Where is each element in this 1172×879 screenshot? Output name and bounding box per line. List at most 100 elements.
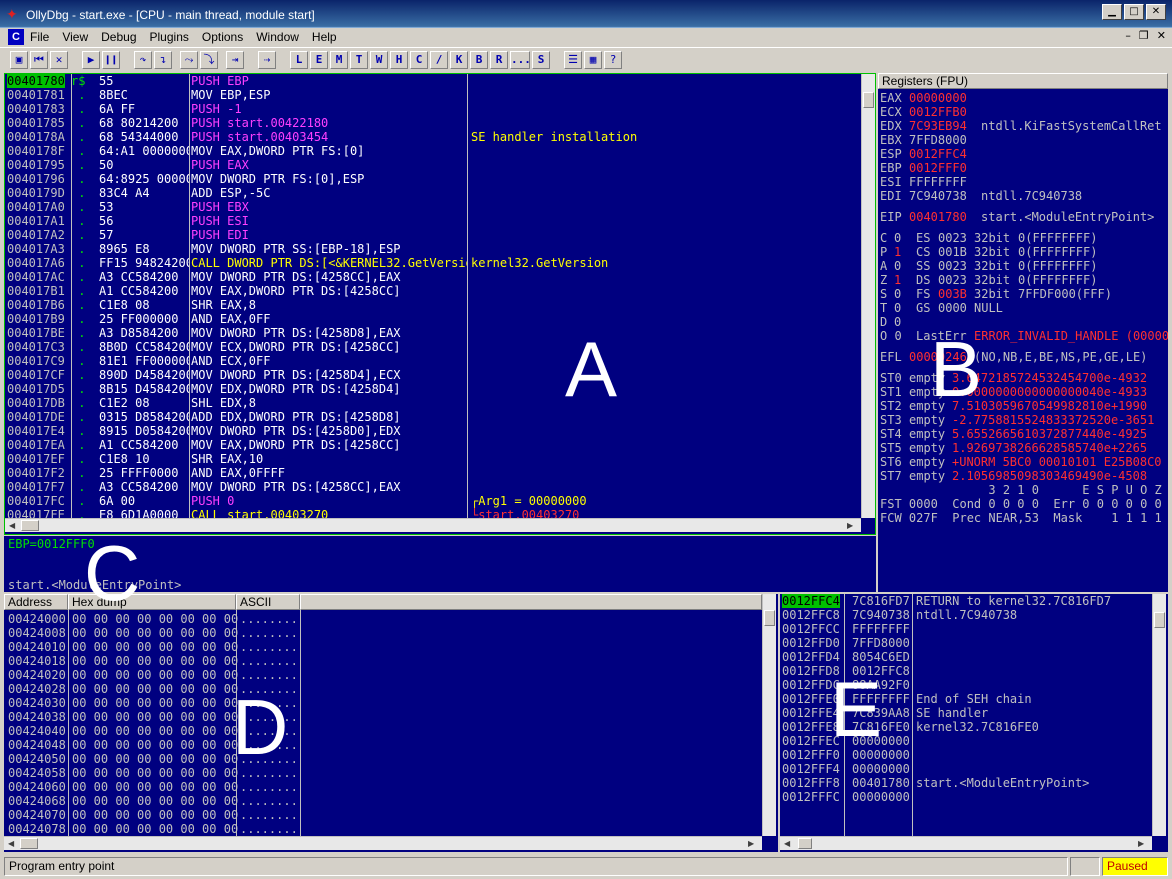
register-row[interactable]: ESP 0012FFC4: [880, 147, 1168, 161]
stack-row[interactable]: 0012FFF8 00401780 start.<ModuleEntryPoint>: [780, 776, 1152, 790]
mdi-restore-button[interactable]: ❐: [1139, 29, 1149, 42]
register-row[interactable]: D0: [880, 315, 1168, 329]
stack-row[interactable]: 0012FFC8 7C940738 ntdll.7C940738: [780, 608, 1152, 622]
dump-header-address[interactable]: Address: [4, 594, 68, 610]
register-row[interactable]: FST 0000 Cond 0 0 0 0 Err 0 0 0 0 0 0 0 …: [880, 497, 1168, 511]
register-row[interactable]: ST1 empty 0.0000000000000000040e-4933: [880, 385, 1168, 399]
dump-row[interactable]: 00424010 00 00 00 00 00 00 00 00........: [4, 640, 762, 654]
window-titlebar[interactable]: ✦ OllyDbg - start.exe - [CPU - main thre…: [0, 0, 1172, 28]
dump-hscroll[interactable]: ◀ ▶: [4, 836, 762, 850]
menu-plugins[interactable]: Plugins: [150, 30, 189, 44]
disasm-row[interactable]: 004017F7 . A3 CC584200 MOV DWORD PTR DS:[4…: [5, 480, 861, 494]
disasm-row[interactable]: 004017A6 . FF15 94824200 CALL DWORD PTR DS…: [5, 256, 861, 270]
disasm-row[interactable]: 004017BE . A3 D8584200 MOV DWORD PTR DS:[4…: [5, 326, 861, 340]
close-button[interactable]: ✕: [1146, 4, 1166, 20]
trace-over-icon[interactable]: ⤵: [200, 51, 218, 69]
disasm-row[interactable]: 004017F2 . 25 FFFF0000 AND EAX,0FFFF: [5, 466, 861, 480]
register-row[interactable]: ST0 empty 3.6472185724532454700e-4932: [880, 371, 1168, 385]
dump-row[interactable]: 00424048 00 00 00 00 00 00 00 00........: [4, 738, 762, 752]
register-row[interactable]: ST4 empty 5.6552665610372877440e-4925: [880, 427, 1168, 441]
disasm-row[interactable]: 00401785 . 68 80214200 PUSH start.00422180: [5, 116, 861, 130]
disasm-row[interactable]: 004017B6 . C1E8 08 SHR EAX,8: [5, 298, 861, 312]
call-stack-button[interactable]: K: [450, 51, 468, 69]
handles-window-button[interactable]: H: [390, 51, 408, 69]
breakpoints-window-button[interactable]: B: [470, 51, 488, 69]
run-icon[interactable]: ▶: [82, 51, 100, 69]
register-row[interactable]: FCW 027F Prec NEAR,53 Mask 1 1 1 1 1 1: [880, 511, 1168, 525]
registers-header[interactable]: Registers (FPU): [878, 73, 1168, 89]
dump-row[interactable]: 00424030 00 00 00 00 00 00 00 00........: [4, 696, 762, 710]
close-program-icon[interactable]: ✕: [50, 51, 68, 69]
disasm-row[interactable]: 004017A1 . 56 PUSH ESI: [5, 214, 861, 228]
menu-view[interactable]: View: [62, 30, 88, 44]
minimize-button[interactable]: ▁: [1102, 4, 1122, 20]
grid-icon[interactable]: ▦: [584, 51, 602, 69]
register-row[interactable]: ST6 empty +UNORM 5BC0 00010101 E25B08C0: [880, 455, 1168, 469]
dump-row[interactable]: 00424070 00 00 00 00 00 00 00 00........: [4, 808, 762, 822]
threads-window-button[interactable]: T: [350, 51, 368, 69]
stack-hscroll[interactable]: ◀ ▶: [780, 836, 1152, 850]
dump-row[interactable]: 00424020 00 00 00 00 00 00 00 00........: [4, 668, 762, 682]
register-row[interactable]: ESI FFFFFFFF: [880, 175, 1168, 189]
mdi-close-button[interactable]: ✕: [1157, 29, 1166, 42]
disasm-row[interactable]: 004017DE . 0315 D8584200 ADD EDX,DWORD PTR…: [5, 410, 861, 424]
windows-window-button[interactable]: W: [370, 51, 388, 69]
stack-vscroll[interactable]: [1152, 594, 1166, 836]
dump-row[interactable]: 00424038 00 00 00 00 00 00 00 00........: [4, 710, 762, 724]
register-row[interactable]: T 0 GS 0000 NULL: [880, 301, 1168, 315]
disasm-row[interactable]: 00401780 r$ 55 PUSH EBP: [5, 74, 861, 88]
dump-row[interactable]: 00424050 00 00 00 00 00 00 00 00........: [4, 752, 762, 766]
disasm-row[interactable]: 004017CF . 890D D4584200 MOV DWORD PTR DS:…: [5, 368, 861, 382]
register-row[interactable]: EAX 00000000: [880, 91, 1168, 105]
dump-row[interactable]: 00424078 00 00 00 00 00 00 00 00........: [4, 822, 762, 836]
disasm-row[interactable]: 004017EA . A1 CC584200 MOV EAX,DWORD PTR D…: [5, 438, 861, 452]
disasm-row[interactable]: 004017D5 . 8B15 D4584200 MOV EDX,DWORD PTR…: [5, 382, 861, 396]
maximize-button[interactable]: □: [1124, 4, 1144, 20]
dump-row[interactable]: 00424058 00 00 00 00 00 00 00 00........: [4, 766, 762, 780]
register-row[interactable]: ST3 empty -2.7758815524833372520e-3651: [880, 413, 1168, 427]
disasm-row[interactable]: 00401796 . 64:8925 00000 MOV DWORD PTR FS:…: [5, 172, 861, 186]
help-icon[interactable]: ?: [604, 51, 622, 69]
register-row[interactable]: EBX 7FFD8000: [880, 133, 1168, 147]
pause-icon[interactable]: ❙❙: [102, 51, 120, 69]
disasm-row[interactable]: 004017DB . C1E2 08 SHL EDX,8: [5, 396, 861, 410]
go-to-origin-icon[interactable]: ⇢: [258, 51, 276, 69]
disasm-row[interactable]: 00401795 . 50 PUSH EAX: [5, 158, 861, 172]
stack-row[interactable]: 0012FFD4 8054C6ED: [780, 650, 1152, 664]
dump-row[interactable]: 00424060 00 00 00 00 00 00 00 00........: [4, 780, 762, 794]
disasm-row[interactable]: 004017C9 . 81E1 FF000000 AND ECX,0FF: [5, 354, 861, 368]
register-row[interactable]: C 0 ES 0023 32bit 0(FFFFFFFF): [880, 231, 1168, 245]
open-file-icon[interactable]: ▣: [10, 51, 28, 69]
disasm-row[interactable]: 0040178F . 64:A1 0000000 MOV EAX,DWORD PTR…: [5, 144, 861, 158]
menu-file[interactable]: File: [30, 30, 49, 44]
menu-help[interactable]: Help: [312, 30, 337, 44]
restart-icon[interactable]: ⏮: [30, 51, 48, 69]
disasm-row[interactable]: 004017AC . A3 CC584200 MOV DWORD PTR DS:[4…: [5, 270, 861, 284]
dump-row[interactable]: 00424028 00 00 00 00 00 00 00 00........: [4, 682, 762, 696]
register-row[interactable]: ECX 0012FFB0: [880, 105, 1168, 119]
register-row[interactable]: A 0 SS 0023 32bit 0(FFFFFFFF): [880, 259, 1168, 273]
references-window-button[interactable]: R: [490, 51, 508, 69]
patches-window-button[interactable]: /: [430, 51, 448, 69]
dump-row[interactable]: 00424040 00 00 00 00 00 00 00 00........: [4, 724, 762, 738]
menu-debug[interactable]: Debug: [101, 30, 136, 44]
register-row[interactable]: EBP 0012FFF0: [880, 161, 1168, 175]
disasm-row[interactable]: 0040178A . 68 54344000 PUSH start.00403454…: [5, 130, 861, 144]
menu-window[interactable]: Window: [256, 30, 299, 44]
register-row[interactable]: ST7 empty 2.1056985098303469490e-4508: [880, 469, 1168, 483]
disasm-row[interactable]: 004017A2 . 57 PUSH EDI: [5, 228, 861, 242]
register-row[interactable]: S 0 FS 003B 32bit 7FFDF000(FFF): [880, 287, 1168, 301]
register-row[interactable]: ST2 empty 7.5103059670549982810e+1990: [880, 399, 1168, 413]
disasm-row[interactable]: 004017C3 . 8B0D CC584200 MOV ECX,DWORD PTR…: [5, 340, 861, 354]
register-row[interactable]: EDX 7C93EB94 ntdll.KiFastSystemCallRet: [880, 119, 1168, 133]
dump-row[interactable]: 00424018 00 00 00 00 00 00 00 00........: [4, 654, 762, 668]
list-icon[interactable]: ☰: [564, 51, 582, 69]
disasm-row[interactable]: 004017FC . 6A 00 PUSH 0 ┌Arg1 = 00000000: [5, 494, 861, 508]
stack-row[interactable]: 0012FFFC 00000000: [780, 790, 1152, 804]
log-window-button[interactable]: L: [290, 51, 308, 69]
cpu-window-button[interactable]: C: [410, 51, 428, 69]
registers-pane[interactable]: Registers (FPU) EAX 00000000 ECX 0012FFB0 ED…: [878, 73, 1168, 592]
dump-row[interactable]: 00424008 00 00 00 00 00 00 00 00........: [4, 626, 762, 640]
step-into-icon[interactable]: ↷: [134, 51, 152, 69]
disasm-row[interactable]: 004017A0 . 53 PUSH EBX: [5, 200, 861, 214]
